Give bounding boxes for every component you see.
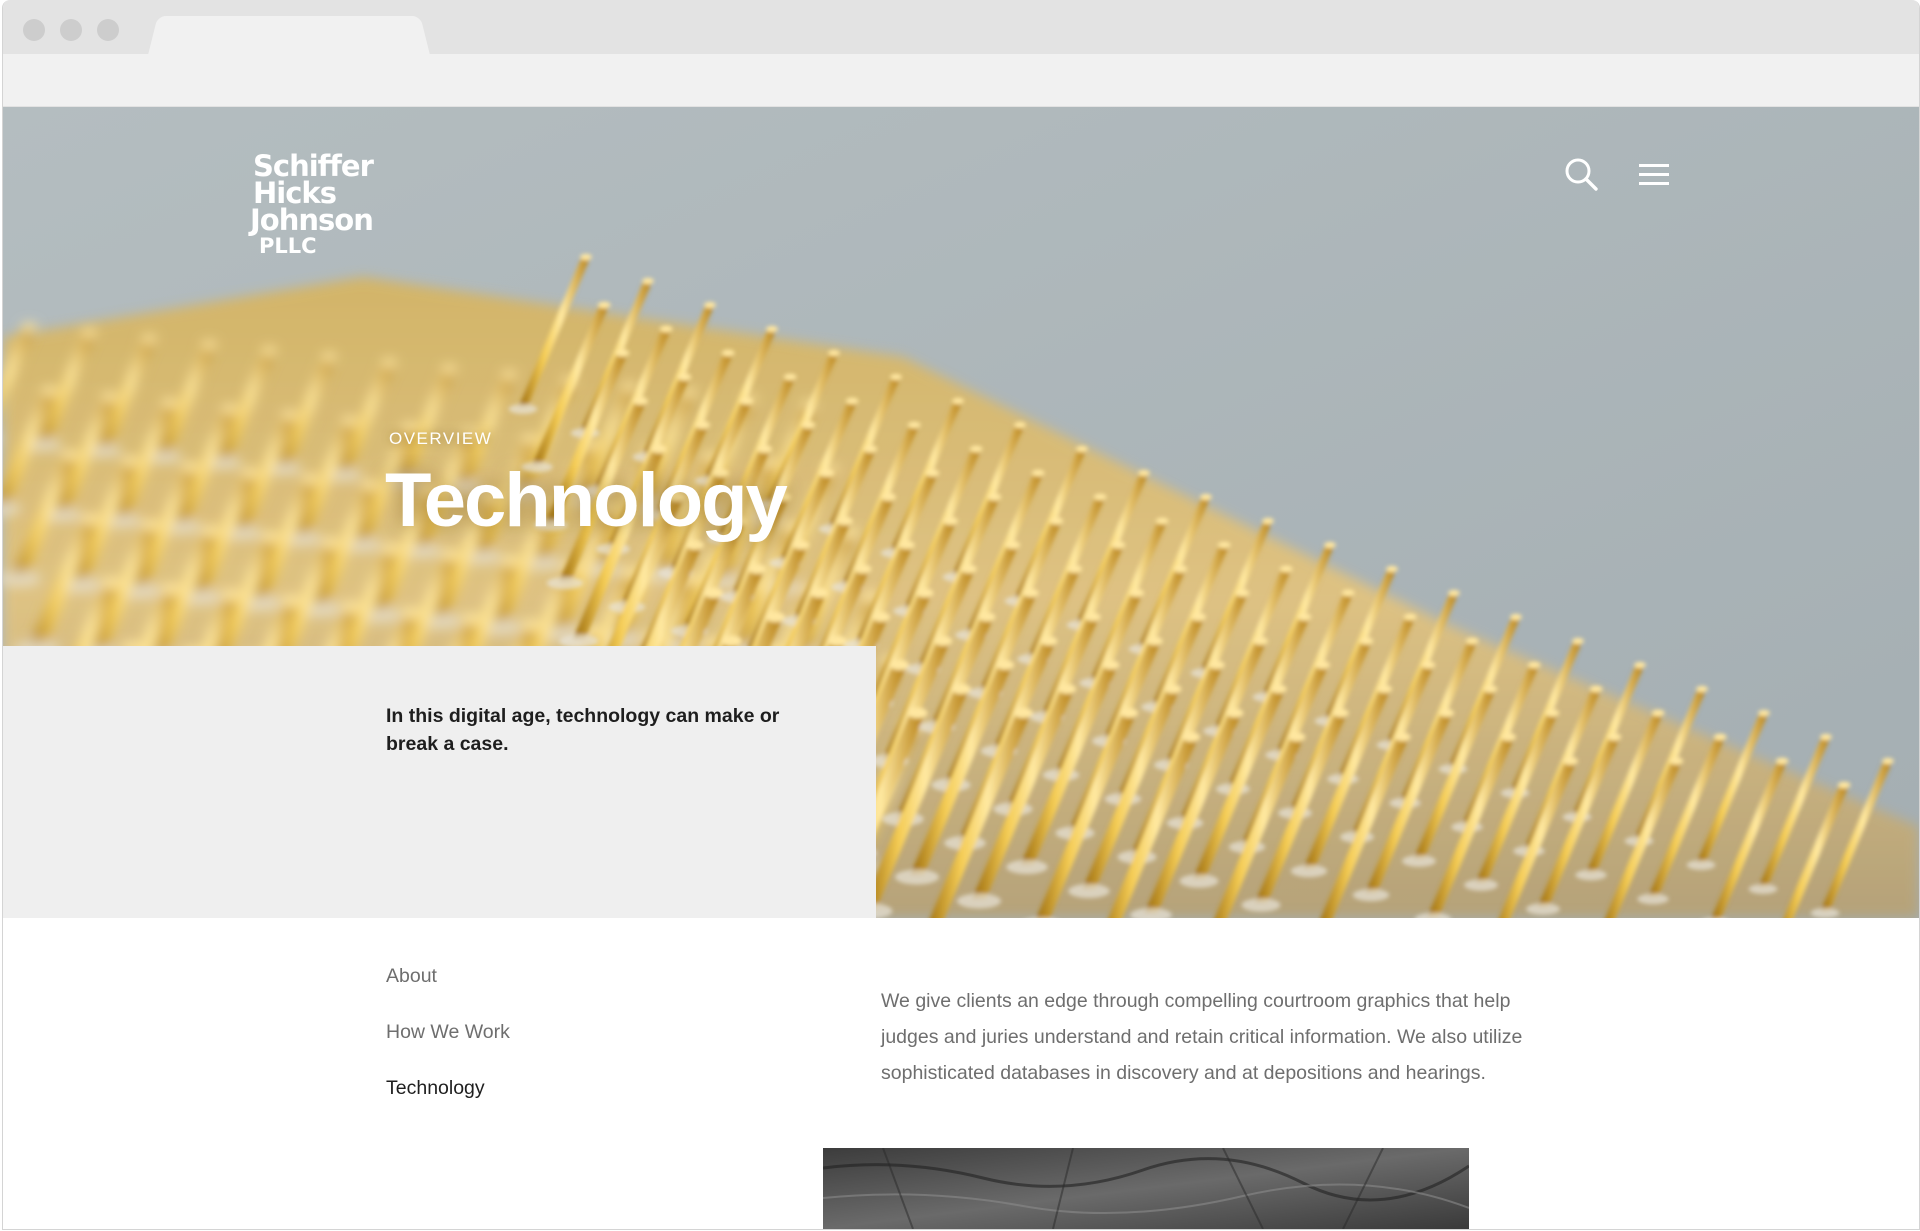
window-close-dot[interactable] bbox=[23, 19, 45, 41]
window-minimize-dot[interactable] bbox=[60, 19, 82, 41]
hero-eyebrow: OVERVIEW bbox=[389, 429, 493, 448]
logo-line-johnson: Johnson bbox=[250, 203, 374, 237]
firm-logo[interactable]: Schiffer Hicks Johnson PLLC bbox=[250, 152, 374, 259]
section-nav: About How We Work Technology bbox=[386, 962, 510, 1130]
stone-texture-image bbox=[823, 1148, 1469, 1229]
browser-window: Schiffer Hicks Johnson PLLC OVERVIEW Tec… bbox=[2, 0, 1920, 1230]
section-nav-about[interactable]: About bbox=[386, 962, 510, 1018]
web-page: Schiffer Hicks Johnson PLLC OVERVIEW Tec… bbox=[3, 107, 1919, 1229]
browser-titlebar bbox=[3, 0, 1919, 54]
search-button[interactable] bbox=[1560, 153, 1604, 197]
logo-line-pllc: PLLC bbox=[259, 234, 317, 258]
intro-text: In this digital age, technology can make… bbox=[386, 705, 780, 755]
hero-banner: Schiffer Hicks Johnson PLLC OVERVIEW Tec… bbox=[3, 107, 1919, 918]
section-nav-technology[interactable]: Technology bbox=[386, 1074, 510, 1130]
menu-button[interactable] bbox=[1633, 153, 1677, 197]
hamburger-menu-icon bbox=[1639, 164, 1669, 185]
window-zoom-dot[interactable] bbox=[97, 19, 119, 41]
section-nav-how-we-work[interactable]: How We Work bbox=[386, 1018, 510, 1074]
body-paragraph: We give clients an edge through compelli… bbox=[881, 989, 1523, 1084]
intro-panel: In this digital age, technology can make… bbox=[3, 646, 876, 918]
browser-toolbar bbox=[3, 54, 1919, 107]
browser-tab[interactable] bbox=[163, 16, 415, 54]
page-title: Technology bbox=[385, 458, 788, 543]
search-icon bbox=[1565, 158, 1598, 191]
